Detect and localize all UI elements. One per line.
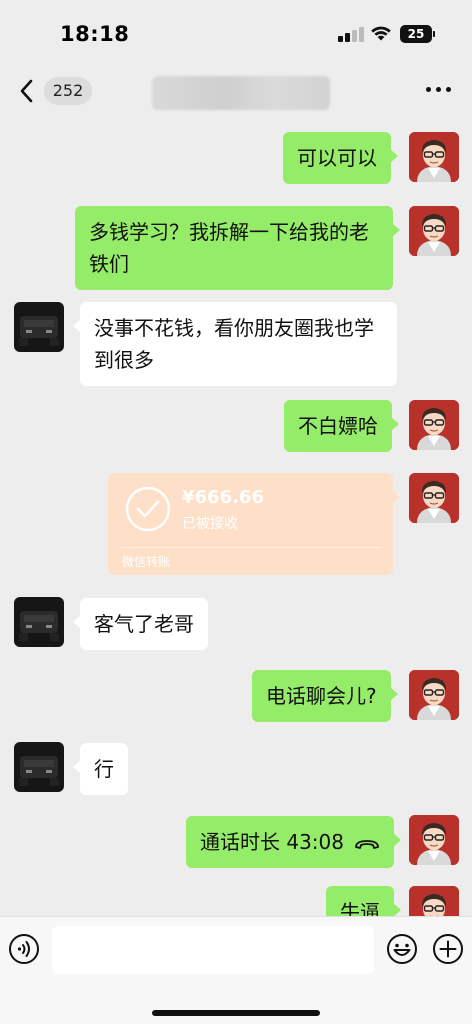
input-toolbar bbox=[0, 916, 472, 1024]
message-input[interactable] bbox=[52, 926, 374, 974]
divider bbox=[120, 547, 381, 548]
phone-hangup-icon bbox=[355, 839, 379, 849]
message-bubble[interactable]: 没事不花钱，看你朋友圈我也学到很多 bbox=[73, 302, 397, 386]
message-bubble[interactable]: 不白嫖哈 bbox=[284, 400, 399, 452]
contact-avatar[interactable] bbox=[14, 302, 64, 352]
message-bubble[interactable]: 牛逼 bbox=[326, 886, 401, 916]
my-avatar[interactable] bbox=[409, 206, 459, 256]
status-bar: 18:18 25 bbox=[0, 0, 472, 68]
plus-icon[interactable] bbox=[432, 933, 464, 965]
message-bubble[interactable]: 行 bbox=[73, 743, 128, 795]
message-list[interactable]: 可以可以 多钱学习？我拆解一下给我的老铁们 没事不花钱，看你朋友圈我也学到很多 … bbox=[0, 116, 472, 916]
transfer-label: 微信转账 bbox=[122, 555, 171, 569]
more-icon[interactable] bbox=[426, 86, 452, 94]
my-avatar[interactable] bbox=[409, 815, 459, 865]
message-bubble[interactable]: 电话聊会儿? bbox=[252, 670, 398, 722]
transfer-card[interactable]: ¥666.66 已被接收 微信转账 bbox=[108, 473, 400, 575]
message-bubble[interactable]: 可以可以 bbox=[283, 132, 398, 184]
cellular-signal-icon bbox=[338, 26, 364, 42]
emoji-icon[interactable] bbox=[386, 933, 418, 965]
contact-avatar[interactable] bbox=[14, 742, 64, 792]
voice-icon[interactable] bbox=[8, 933, 40, 965]
message-bubble[interactable]: 多钱学习？我拆解一下给我的老铁们 bbox=[75, 206, 400, 290]
call-duration: 通话时长 43:08 bbox=[200, 830, 344, 854]
transfer-status: 已被接收 bbox=[182, 516, 238, 532]
chat-header: 252 bbox=[0, 68, 472, 116]
my-avatar[interactable] bbox=[409, 473, 459, 523]
back-icon[interactable] bbox=[16, 76, 40, 106]
my-avatar[interactable] bbox=[409, 132, 459, 182]
check-circle-icon bbox=[125, 486, 171, 532]
transfer-amount: ¥666.66 bbox=[182, 487, 264, 508]
contact-avatar[interactable] bbox=[14, 597, 64, 647]
wifi-icon bbox=[371, 26, 391, 41]
chat-title-redacted bbox=[152, 76, 330, 110]
my-avatar[interactable] bbox=[409, 886, 459, 916]
battery-icon: 25 bbox=[400, 25, 432, 43]
battery-tip bbox=[433, 31, 435, 37]
home-indicator bbox=[152, 1010, 320, 1016]
call-record-bubble[interactable]: 通话时长 43:08 bbox=[186, 816, 401, 868]
message-bubble[interactable]: 客气了老哥 bbox=[73, 598, 208, 650]
my-avatar[interactable] bbox=[409, 400, 459, 450]
unread-count-badge[interactable]: 252 bbox=[44, 77, 92, 105]
my-avatar[interactable] bbox=[409, 670, 459, 720]
status-time: 18:18 bbox=[60, 22, 130, 46]
